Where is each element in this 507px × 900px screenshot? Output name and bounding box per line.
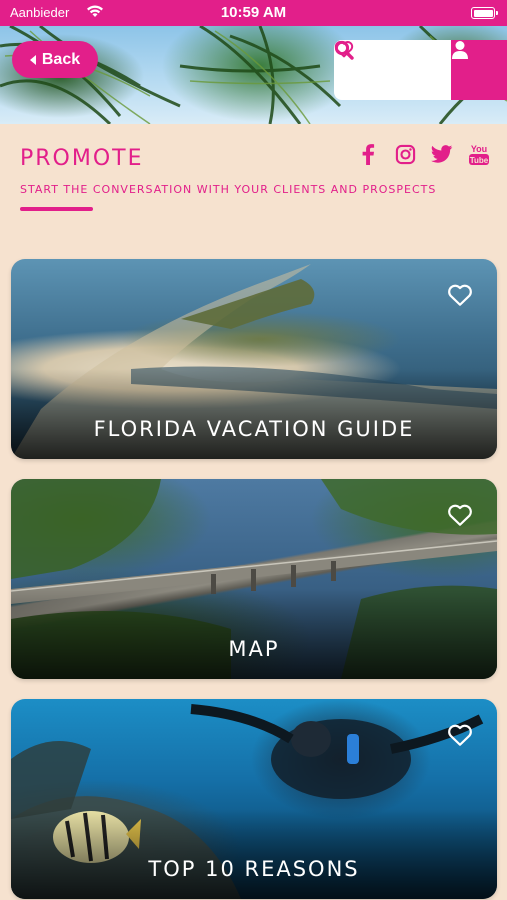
header-actions — [334, 40, 451, 100]
clock: 10:59 AM — [220, 4, 287, 21]
back-button[interactable]: Back — [12, 41, 98, 78]
user-icon — [452, 41, 468, 59]
svg-text:Tube: Tube — [470, 156, 489, 165]
heart-outline-icon[interactable] — [447, 283, 473, 307]
card-gradient — [11, 369, 497, 459]
card-title: FLORIDA VACATION GUIDE — [93, 417, 415, 441]
status-bar: Aanbieder 10:59 AM — [0, 0, 507, 26]
title-underline — [20, 207, 93, 211]
card-gradient — [11, 809, 497, 899]
facebook-icon[interactable] — [356, 142, 380, 166]
svg-text:You: You — [471, 144, 487, 154]
card-title: MAP — [228, 637, 280, 661]
social-links: You Tube — [356, 142, 491, 166]
youtube-icon[interactable]: You Tube — [467, 142, 491, 166]
back-arrow-icon — [29, 54, 36, 65]
profile-button[interactable] — [451, 40, 507, 100]
header-banner: Back — [0, 26, 507, 124]
page-subtitle: START THE CONVERSATION WITH YOUR CLIENTS… — [20, 183, 437, 196]
search-icon[interactable] — [334, 40, 354, 60]
instagram-icon[interactable] — [393, 142, 417, 166]
twitter-icon[interactable] — [430, 142, 454, 166]
card-title: TOP 10 REASONS — [148, 857, 360, 881]
page-title: PROMOTE — [20, 146, 144, 171]
back-button-label: Back — [41, 50, 81, 68]
card-map[interactable]: MAP — [11, 479, 497, 679]
card-florida-vacation-guide[interactable]: FLORIDA VACATION GUIDE — [11, 259, 497, 459]
heart-outline-icon[interactable] — [447, 723, 473, 747]
heart-outline-icon[interactable] — [447, 503, 473, 527]
card-gradient — [11, 589, 497, 679]
card-top-10-reasons[interactable]: TOP 10 REASONS — [11, 699, 497, 899]
battery-icon — [471, 7, 498, 19]
